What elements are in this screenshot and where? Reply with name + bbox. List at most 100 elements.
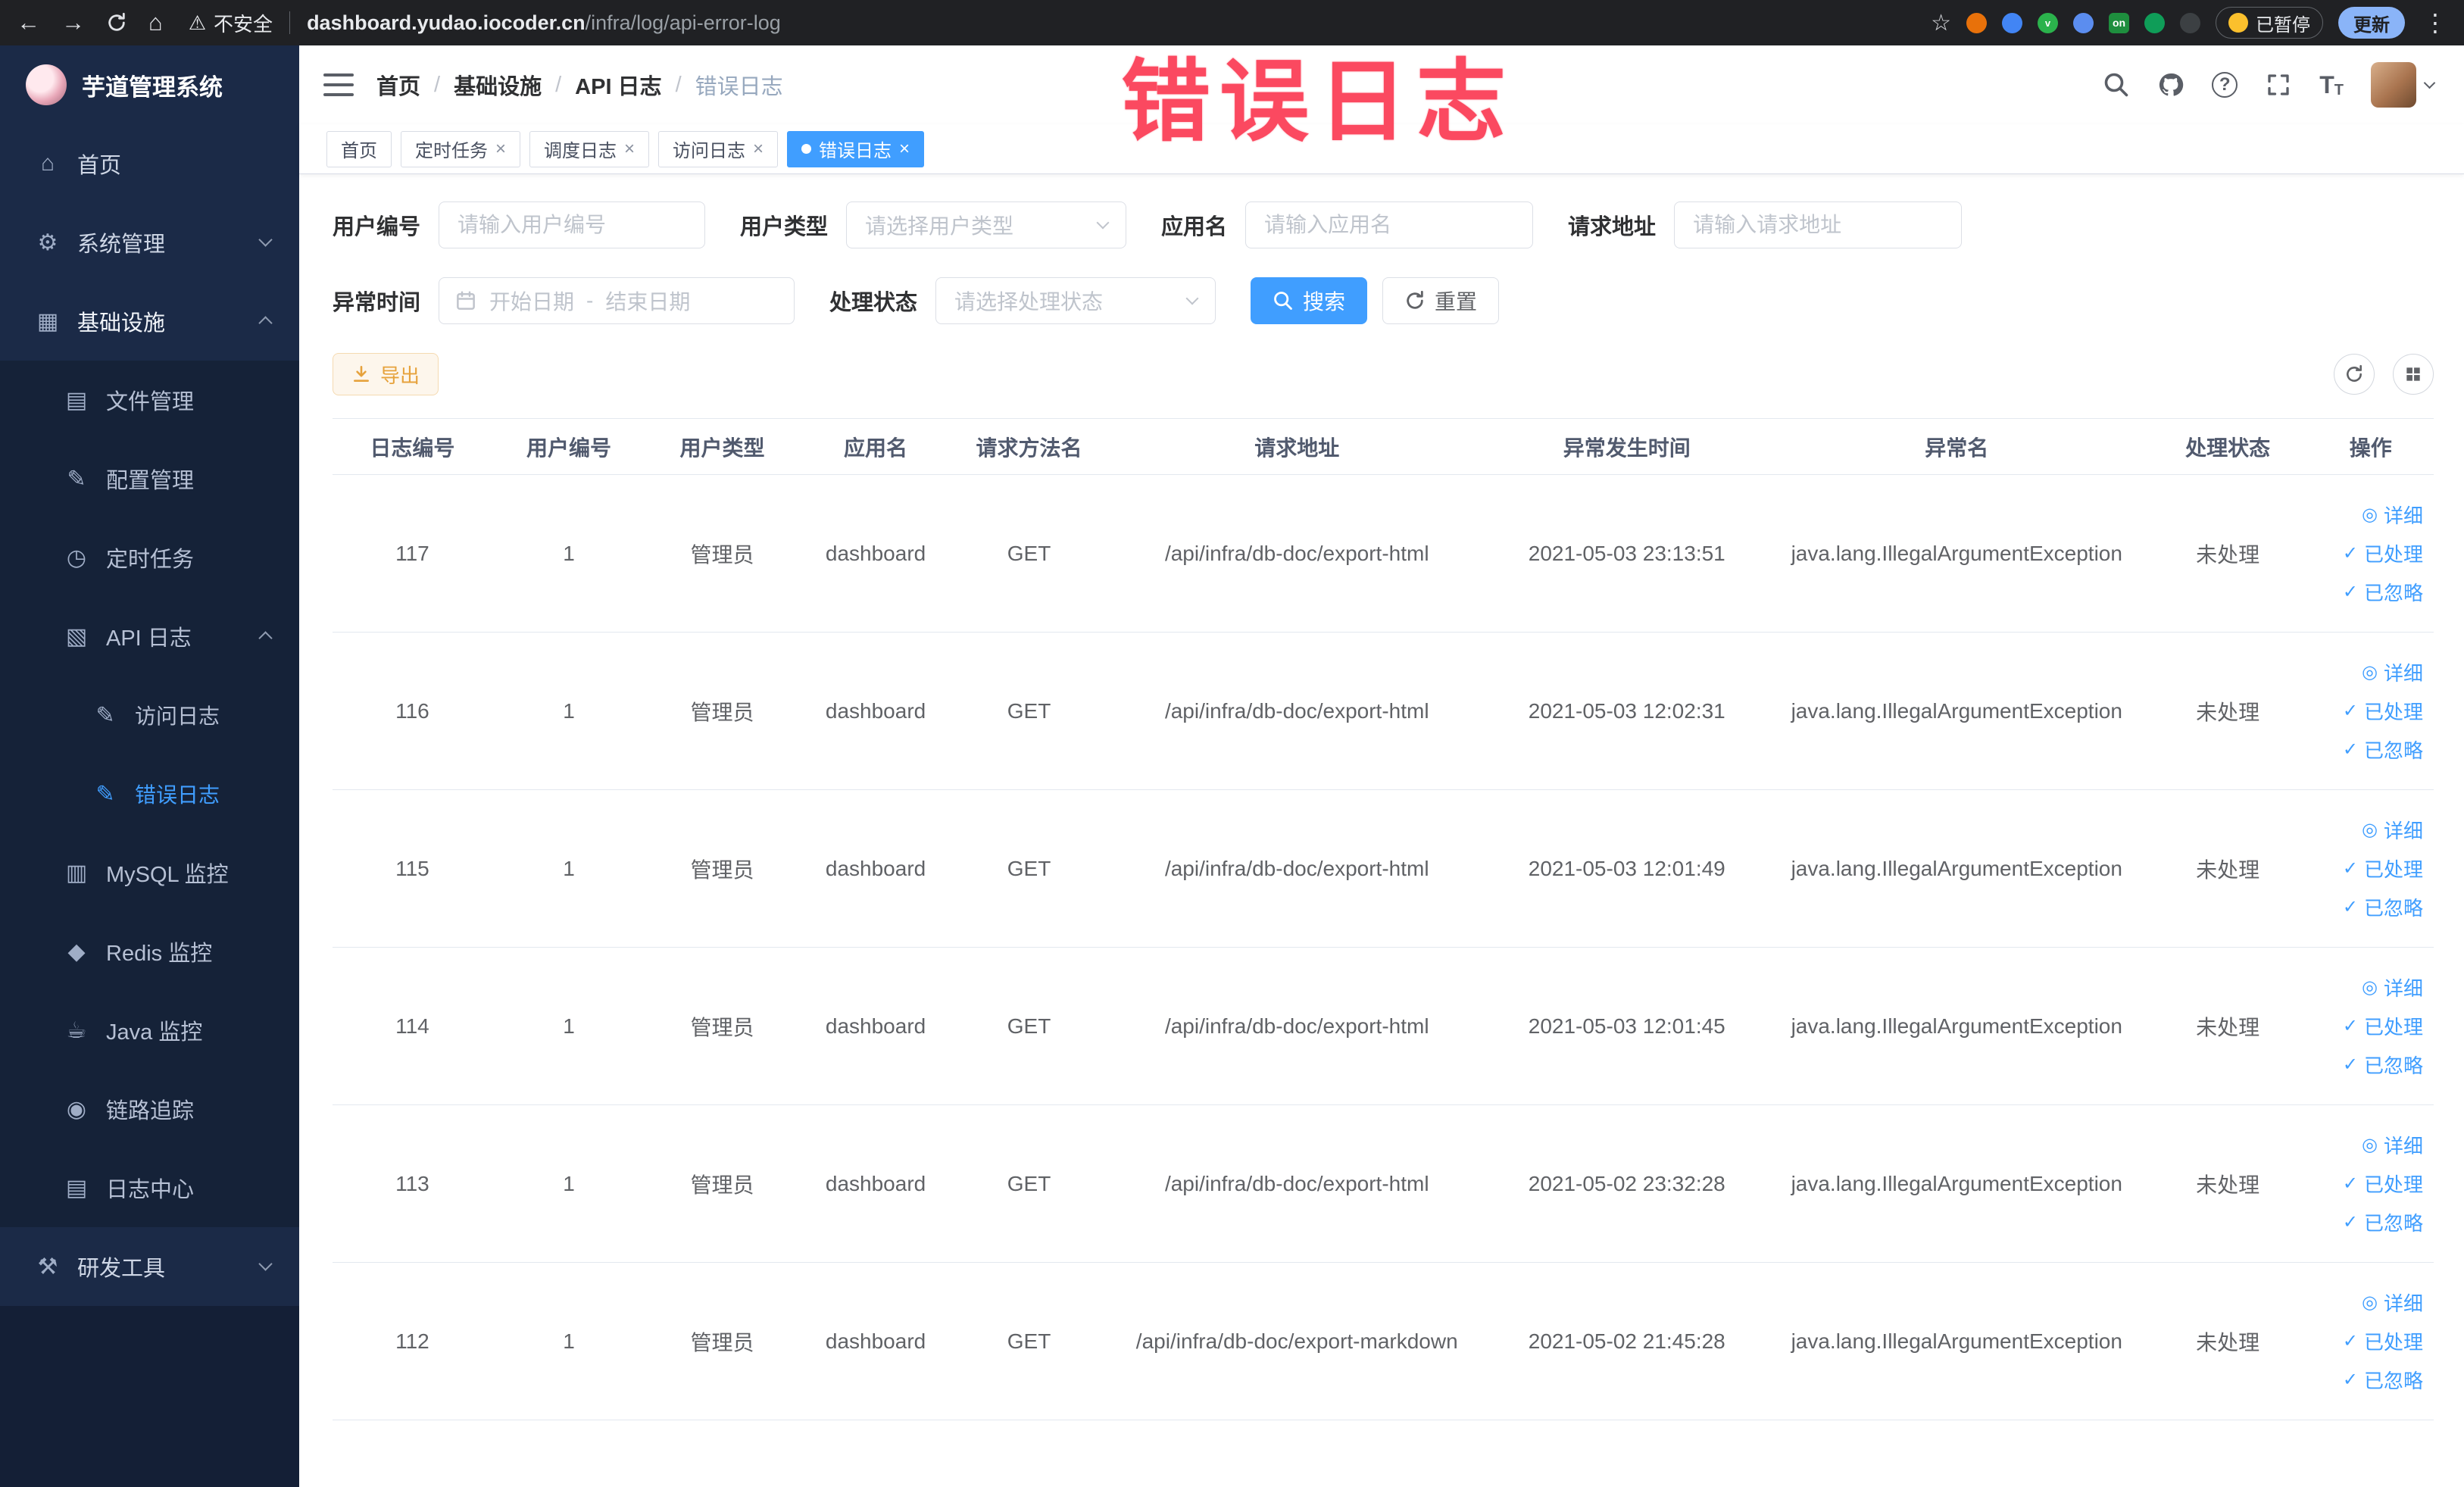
sidebar-item-system[interactable]: ⚙ 系统管理	[0, 203, 299, 282]
menu-label: 首页	[77, 154, 122, 178]
close-icon[interactable]: ×	[899, 139, 910, 160]
update-button[interactable]: 更新	[2338, 7, 2405, 39]
home-icon[interactable]: ⌂	[148, 9, 163, 36]
paused-badge[interactable]: 已暂停	[2216, 7, 2323, 39]
user-type-select[interactable]: 请选择用户类型	[846, 201, 1127, 248]
github-icon[interactable]	[2157, 71, 2184, 98]
ignored-link[interactable]: ✓ 已忽略	[2343, 578, 2423, 606]
processed-link[interactable]: ✓ 已处理	[2343, 697, 2423, 725]
tab-access-log[interactable]: 访问日志 ×	[658, 130, 779, 167]
breadcrumb-infra[interactable]: 基础设施	[454, 69, 542, 101]
refresh-table-button[interactable]	[2334, 354, 2375, 395]
breadcrumb-home[interactable]: 首页	[376, 69, 420, 101]
ignored-link[interactable]: ✓ 已忽略	[2343, 1208, 2423, 1236]
help-icon[interactable]: ?	[2212, 72, 2238, 98]
sidebar-item-java[interactable]: ☕ Java 监控	[0, 991, 299, 1070]
menu-label: 访问日志	[135, 704, 220, 728]
eye-icon: ◎	[2362, 820, 2378, 840]
column-settings-button[interactable]	[2393, 354, 2434, 395]
processed-link[interactable]: ✓ 已处理	[2343, 854, 2423, 883]
user-id-input[interactable]	[439, 201, 706, 248]
check-icon: ✓	[2342, 1054, 2358, 1075]
sidebar-item-file[interactable]: ▤ 文件管理	[0, 361, 299, 439]
reload-icon[interactable]	[106, 12, 127, 33]
tab-job-log[interactable]: 调度日志 ×	[529, 130, 650, 167]
fullscreen-icon[interactable]	[2265, 71, 2292, 98]
chevron-up-icon	[258, 316, 273, 330]
security-indicator[interactable]: ⚠ 不安全	[189, 9, 273, 37]
extension-icon[interactable]	[1966, 12, 1987, 33]
ignored-link[interactable]: ✓ 已忽略	[2343, 1051, 2423, 1079]
search-button[interactable]: 搜索	[1251, 277, 1368, 324]
sidebar-item-home[interactable]: ⌂ 首页	[0, 124, 299, 203]
sidebar-item-log-center[interactable]: ▤ 日志中心	[0, 1148, 299, 1227]
browser-chrome: ← → ⌂ ⚠ 不安全 dashboard.yudao.iocoder.cn/i…	[0, 0, 2464, 45]
table-row: 117 1 管理员 dashboard GET /api/infra/db-do…	[333, 474, 2434, 633]
ignored-link[interactable]: ✓ 已忽略	[2343, 893, 2423, 921]
processed-link[interactable]: ✓ 已处理	[2343, 1012, 2423, 1040]
extension-icon[interactable]	[2144, 12, 2165, 33]
user-menu[interactable]	[2371, 62, 2436, 108]
sidebar-item-job[interactable]: ◷ 定时任务	[0, 518, 299, 597]
grid-icon	[2403, 364, 2423, 384]
font-size-icon[interactable]: TT	[2319, 71, 2344, 99]
sidebar-item-access-log[interactable]: ✎ 访问日志	[0, 676, 299, 754]
status-select[interactable]: 请选择处理状态	[935, 277, 1216, 324]
check-icon: ✓	[2342, 1212, 2358, 1232]
ignored-link[interactable]: ✓ 已忽略	[2343, 1366, 2423, 1394]
kebab-menu-icon[interactable]: ⋮	[2423, 8, 2447, 37]
sidebar-item-infra[interactable]: ▦ 基础设施	[0, 282, 299, 361]
forward-icon[interactable]: →	[61, 9, 85, 36]
breadcrumb-current: 错误日志	[695, 75, 783, 99]
extension-icon[interactable]	[2180, 12, 2200, 33]
bookmark-star-icon[interactable]: ☆	[1931, 10, 1951, 36]
processed-link[interactable]: ✓ 已处理	[2343, 539, 2423, 567]
tab-job[interactable]: 定时任务 ×	[401, 130, 521, 167]
check-icon: ✓	[2342, 1370, 2358, 1390]
eye-icon: ◎	[2362, 1292, 2378, 1313]
search-icon[interactable]	[2103, 71, 2130, 98]
logo[interactable]: 芋道管理系统	[0, 45, 299, 124]
back-icon[interactable]: ←	[17, 9, 40, 36]
processed-link[interactable]: ✓ 已处理	[2343, 1170, 2423, 1198]
chevron-down-icon	[1185, 292, 1199, 305]
hamburger-icon[interactable]	[323, 73, 354, 96]
tab-error-log[interactable]: 错误日志 ×	[787, 130, 925, 167]
tab-home[interactable]: 首页	[326, 130, 392, 167]
detail-link[interactable]: ◎ 详细	[2362, 501, 2423, 529]
processed-link[interactable]: ✓ 已处理	[2343, 1327, 2423, 1355]
menu-label: API 日志	[106, 626, 192, 651]
database-icon: ▥	[65, 860, 88, 886]
sidebar-item-error-log[interactable]: ✎ 错误日志	[0, 754, 299, 833]
sidebar-item-redis[interactable]: ◆ Redis 监控	[0, 912, 299, 991]
extension-icon[interactable]	[2002, 12, 2022, 33]
extension-icon[interactable]	[2073, 12, 2094, 33]
detail-link[interactable]: ◎ 详细	[2362, 816, 2423, 844]
coffee-icon: ☕	[66, 1017, 87, 1043]
sidebar-item-mysql[interactable]: ▥ MySQL 监控	[0, 833, 299, 912]
ignored-link[interactable]: ✓ 已忽略	[2343, 736, 2423, 764]
detail-link[interactable]: ◎ 详细	[2362, 1289, 2423, 1317]
close-icon[interactable]: ×	[624, 139, 635, 160]
sidebar-item-dev-tools[interactable]: ⚒ 研发工具	[0, 1227, 299, 1306]
extension-icon[interactable]: v	[2038, 12, 2058, 33]
download-icon	[351, 364, 371, 384]
sidebar-item-config[interactable]: ✎ 配置管理	[0, 439, 299, 518]
address-bar[interactable]: dashboard.yudao.iocoder.cn/infra/log/api…	[307, 11, 781, 35]
sidebar-item-trace[interactable]: ◉ 链路追踪	[0, 1070, 299, 1148]
detail-link[interactable]: ◎ 详细	[2362, 973, 2423, 1001]
breadcrumb-api-log[interactable]: API 日志	[575, 69, 661, 101]
export-button[interactable]: 导出	[333, 353, 439, 395]
request-url-input[interactable]	[1674, 201, 1963, 248]
close-icon[interactable]: ×	[495, 139, 506, 160]
detail-link[interactable]: ◎ 详细	[2362, 658, 2423, 686]
date-range-picker[interactable]: 开始日期 - 结束日期	[439, 277, 795, 324]
detail-link[interactable]: ◎ 详细	[2362, 1131, 2423, 1159]
app-name-input[interactable]	[1245, 201, 1534, 248]
sidebar-item-api-log[interactable]: ▧ API 日志	[0, 597, 299, 676]
extension-icon[interactable]: on	[2109, 12, 2129, 33]
close-icon[interactable]: ×	[753, 139, 764, 160]
user-id-label: 用户编号	[333, 215, 421, 239]
table-row: 112 1 管理员 dashboard GET /api/infra/db-do…	[333, 1262, 2434, 1420]
reset-button[interactable]: 重置	[1382, 277, 1500, 324]
